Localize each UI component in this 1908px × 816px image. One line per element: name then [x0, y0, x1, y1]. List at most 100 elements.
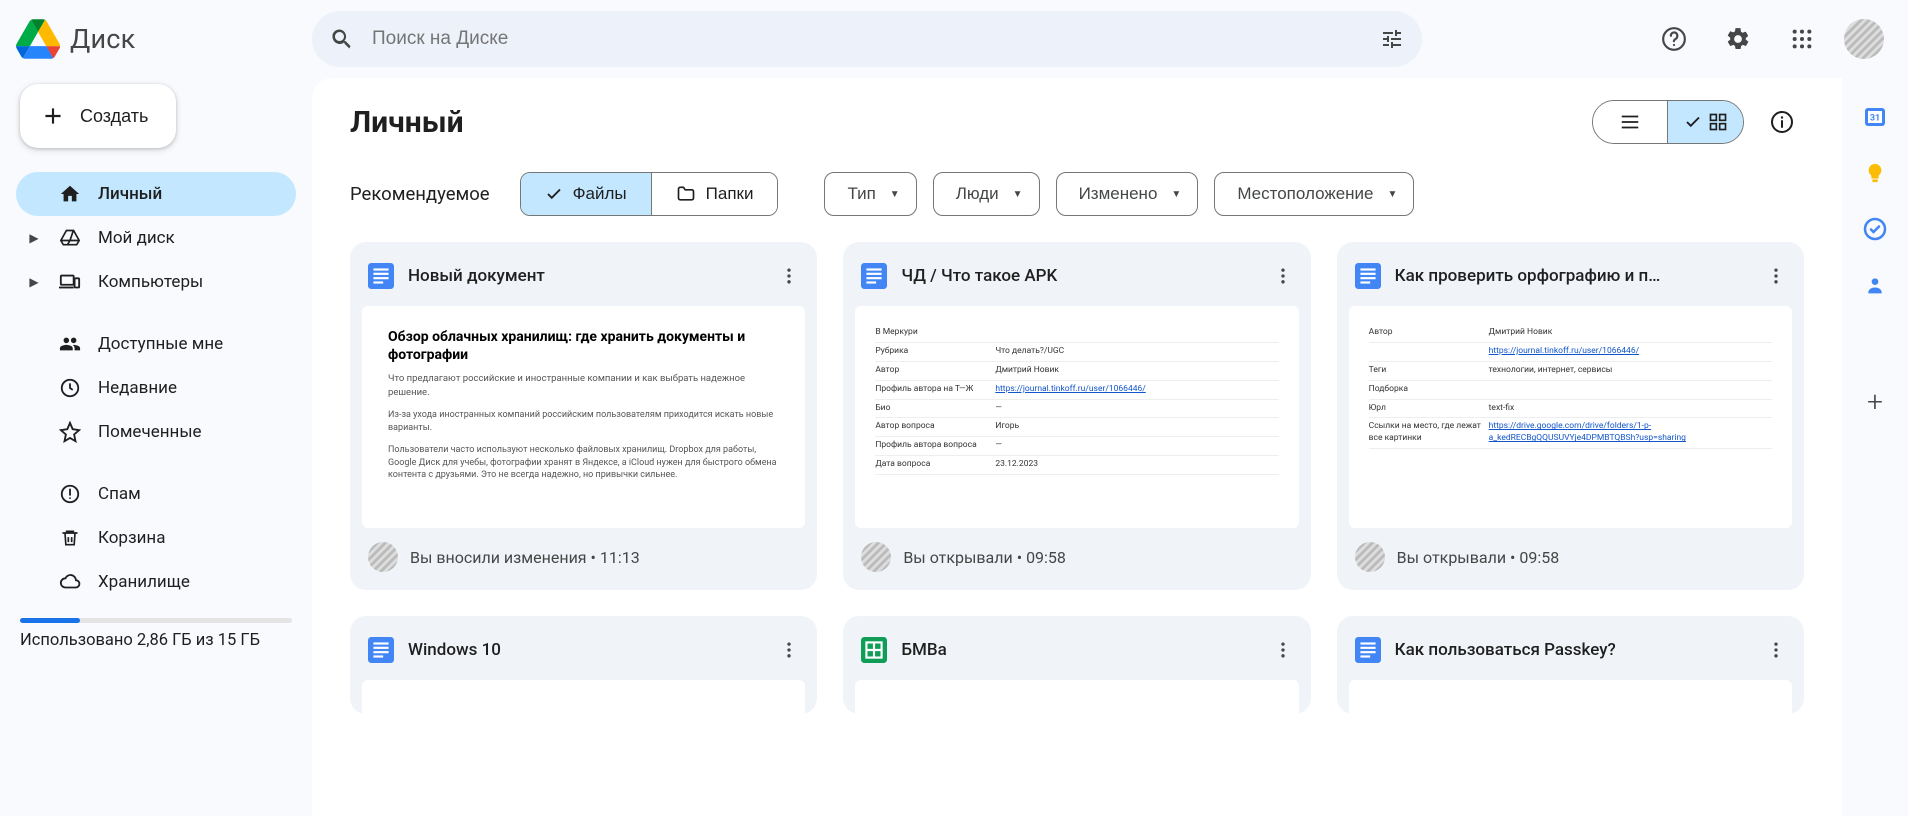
- card-meta: Вы открывали • 09:58: [903, 548, 1066, 567]
- card-title: ЧД / Что такое APK: [901, 266, 1250, 286]
- sidebar-item-recent[interactable]: Недавние: [16, 366, 296, 410]
- chevron-down-icon: ▼: [1388, 189, 1398, 200]
- card-menu-button[interactable]: [1265, 632, 1301, 668]
- new-button[interactable]: Создать: [20, 84, 176, 148]
- more-vert-icon: [1766, 266, 1786, 286]
- card-menu-button[interactable]: [1265, 258, 1301, 294]
- grid-icon: [1708, 112, 1728, 132]
- keep-app-button[interactable]: [1862, 160, 1888, 186]
- section-header: Личный: [350, 100, 1804, 144]
- chevron-down-icon: ▼: [1013, 189, 1023, 200]
- card-preview: В МеркуриРубрикаЧто делать?/UGCАвторДмит…: [855, 306, 1298, 528]
- sidebar-item-label: Доступные мне: [98, 334, 223, 354]
- sidebar-item-trash[interactable]: Корзина: [16, 516, 296, 560]
- info-button[interactable]: [1760, 100, 1804, 144]
- chevron-down-icon: ▼: [1171, 189, 1181, 200]
- sheets-icon: [861, 637, 887, 663]
- grid-view-button[interactable]: [1668, 101, 1743, 143]
- filter-people[interactable]: Люди ▼: [933, 172, 1040, 216]
- files-tab-label: Файлы: [573, 184, 627, 204]
- sidebar-item-label: Помеченные: [98, 422, 202, 442]
- list-icon: [1619, 111, 1641, 133]
- sidebar-item-storage[interactable]: Хранилище: [16, 560, 296, 604]
- search-input[interactable]: [354, 28, 1380, 50]
- card-row-1: Новый документ Обзор облачных хранилищ: …: [350, 242, 1804, 590]
- files-tab[interactable]: Файлы: [521, 173, 652, 215]
- chip-label: Тип: [847, 184, 875, 204]
- card-preview: АвторДмитрий Новикhttps://journal.tinkof…: [1349, 306, 1792, 528]
- new-button-label: Создать: [80, 106, 148, 127]
- person-icon: [1865, 275, 1885, 295]
- docs-icon: [1355, 637, 1381, 663]
- docs-icon: [368, 637, 394, 663]
- more-vert-icon: [1766, 640, 1786, 660]
- tune-icon[interactable]: [1380, 27, 1404, 51]
- sidebar-item-computers[interactable]: ▶ Компьютеры: [16, 260, 296, 304]
- more-vert-icon: [779, 640, 799, 660]
- list-view-button[interactable]: [1593, 101, 1668, 143]
- sidebar-item-label: Компьютеры: [98, 272, 203, 292]
- search-icon: [330, 27, 354, 51]
- sidebar-item-home[interactable]: Личный: [16, 172, 296, 216]
- file-card[interactable]: ЧД / Что такое APK В МеркуриРубрикаЧто д…: [843, 242, 1310, 590]
- preview-sub: Что предлагают российские и иностранные …: [388, 372, 779, 399]
- filter-type[interactable]: Тип▼: [824, 172, 916, 216]
- tasks-app-button[interactable]: [1862, 216, 1888, 242]
- apps-button[interactable]: [1780, 17, 1824, 61]
- add-addon-button[interactable]: +: [1862, 388, 1888, 414]
- calendar-app-button[interactable]: 31: [1862, 104, 1888, 130]
- check-icon: [545, 185, 563, 203]
- filter-modified[interactable]: Изменено▼: [1056, 172, 1199, 216]
- card-title: Windows 10: [408, 640, 757, 660]
- help-button[interactable]: [1652, 17, 1696, 61]
- card-row-2: Windows 10 БМВа Как пользоваться Passkey…: [350, 616, 1804, 714]
- svg-text:31: 31: [1870, 114, 1880, 124]
- main: Личный Рекомендуемое Файлы Папки Тип▼ Лю…: [312, 78, 1842, 816]
- logo[interactable]: Диск: [16, 19, 312, 59]
- card-title: Как пользоваться Passkey?: [1395, 640, 1744, 660]
- files-folders-segment: Файлы Папки: [520, 172, 779, 216]
- preview-heading: Обзор облачных хранилищ: где хранить док…: [388, 328, 779, 364]
- sidebar-item-spam[interactable]: Спам: [16, 472, 296, 516]
- cloud-icon: [58, 570, 82, 594]
- card-preview: [1349, 680, 1792, 714]
- contacts-app-button[interactable]: [1862, 272, 1888, 298]
- chip-label: Люди: [956, 184, 999, 204]
- sidebar-item-label: Корзина: [98, 528, 165, 548]
- docs-icon: [861, 263, 887, 289]
- file-card[interactable]: Как проверить орфографию и п… АвторДмитр…: [1337, 242, 1804, 590]
- card-menu-button[interactable]: [771, 258, 807, 294]
- account-avatar[interactable]: [1844, 19, 1884, 59]
- file-card[interactable]: БМВа: [843, 616, 1310, 714]
- card-menu-button[interactable]: [1758, 632, 1794, 668]
- chevron-right-icon[interactable]: ▶: [26, 231, 42, 245]
- top-icons: [1652, 17, 1884, 61]
- sidebar-item-shared[interactable]: Доступные мне: [16, 322, 296, 366]
- info-icon: [1770, 110, 1794, 134]
- docs-icon: [368, 263, 394, 289]
- filter-row: Рекомендуемое Файлы Папки Тип▼ Люди▼ Изм…: [350, 172, 1804, 216]
- storage-usage-text: Использовано 2,86 ГБ из 15 ГБ: [16, 629, 296, 653]
- top-bar: Диск: [0, 0, 1908, 78]
- card-avatar: [368, 542, 398, 572]
- sidebar-item-mydrive[interactable]: ▶ Мой диск: [16, 216, 296, 260]
- file-card[interactable]: Как пользоваться Passkey?: [1337, 616, 1804, 714]
- sidebar-item-starred[interactable]: Помеченные: [16, 410, 296, 454]
- card-preview: Обзор облачных хранилищ: где хранить док…: [362, 306, 805, 528]
- sidebar: Создать Личный ▶ Мой диск ▶ Компьютеры Д…: [0, 78, 312, 816]
- file-card[interactable]: Windows 10: [350, 616, 817, 714]
- body: Создать Личный ▶ Мой диск ▶ Компьютеры Д…: [0, 78, 1908, 816]
- card-menu-button[interactable]: [771, 632, 807, 668]
- folders-tab-label: Папки: [706, 184, 754, 204]
- folders-tab[interactable]: Папки: [652, 173, 778, 215]
- file-card[interactable]: Новый документ Обзор облачных хранилищ: …: [350, 242, 817, 590]
- settings-button[interactable]: [1716, 17, 1760, 61]
- card-preview: [855, 680, 1298, 714]
- filter-location[interactable]: Местоположение ▼: [1214, 172, 1414, 216]
- chevron-right-icon[interactable]: ▶: [26, 275, 42, 289]
- help-icon: [1661, 26, 1687, 52]
- chip-label: Местоположение: [1237, 184, 1373, 204]
- search-bar[interactable]: [312, 11, 1422, 67]
- card-menu-button[interactable]: [1758, 258, 1794, 294]
- recommended-label: Рекомендуемое: [350, 183, 490, 205]
